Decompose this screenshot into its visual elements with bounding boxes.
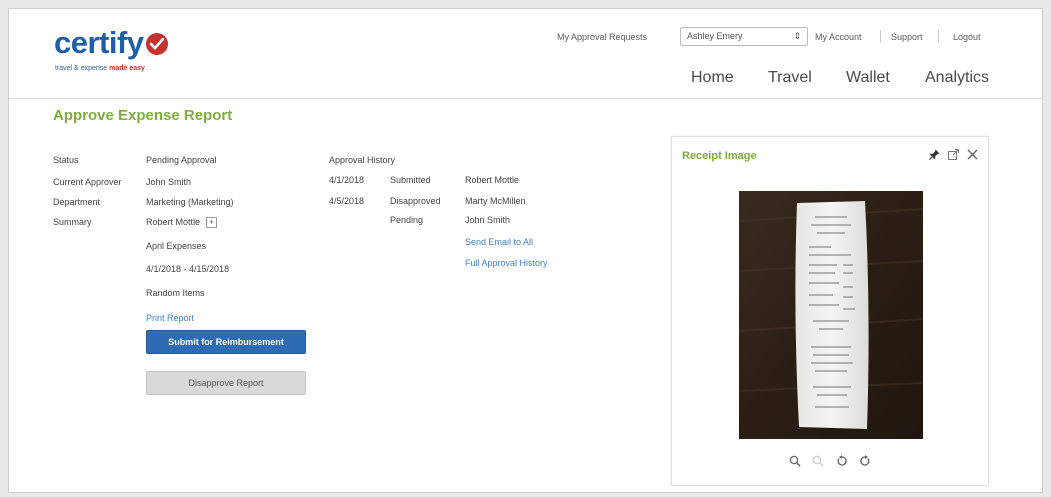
support-link[interactable]: Support: [891, 32, 923, 42]
history-status: Submitted: [390, 175, 431, 185]
logo-check-icon: [145, 33, 168, 55]
department-label: Department: [53, 197, 101, 207]
current-approver-value: John Smith: [146, 177, 192, 187]
status-value: Pending Approval: [146, 155, 217, 165]
divider: [938, 30, 939, 43]
my-account-link[interactable]: My Account: [815, 32, 862, 42]
history-status: Disapproved: [390, 196, 441, 206]
divider: [880, 30, 881, 43]
logout-link[interactable]: Logout: [953, 32, 981, 42]
history-person: John Smith: [465, 215, 511, 225]
user-select[interactable]: Ashley Emery ⇕: [680, 27, 808, 46]
header-divider: [9, 98, 1044, 99]
nav-analytics[interactable]: Analytics: [925, 69, 989, 87]
send-email-to-all-link[interactable]: Send Email to All: [465, 237, 533, 247]
zoom-out-icon[interactable]: [811, 455, 825, 469]
submit-for-reimbursement-button[interactable]: Submit for Reimbursement: [146, 330, 306, 354]
history-date: 4/5/2018: [329, 196, 365, 206]
print-report-link[interactable]: Print Report: [146, 313, 194, 323]
page-title: Approve Expense Report: [53, 107, 233, 124]
report-name: April Expenses: [146, 241, 207, 251]
rotate-right-icon[interactable]: [858, 455, 872, 469]
close-icon[interactable]: [966, 149, 979, 162]
image-controls: [672, 455, 990, 471]
receipt-image[interactable]: [739, 191, 923, 439]
nav-travel[interactable]: Travel: [768, 69, 812, 87]
pin-icon[interactable]: [928, 149, 941, 162]
disapprove-report-button[interactable]: Disapprove Report: [146, 371, 306, 395]
current-approver-label: Current Approver: [53, 177, 122, 187]
history-person: Marty McMillen: [465, 196, 526, 206]
receipt-image-panel: Receipt Image: [671, 136, 989, 486]
nav-home[interactable]: Home: [691, 69, 734, 87]
expand-plus-icon[interactable]: +: [206, 217, 218, 229]
user-select-value: Ashley Emery: [687, 31, 743, 41]
logo-tagline: travel & expense made easy: [55, 65, 145, 72]
nav-wallet[interactable]: Wallet: [846, 69, 890, 87]
zoom-in-icon[interactable]: [788, 455, 802, 469]
summary-value: Robert Mottle +: [146, 217, 218, 229]
summary-owner: Robert Mottle: [146, 217, 201, 227]
status-label: Status: [53, 155, 79, 165]
external-link-icon[interactable]: [947, 149, 960, 162]
history-person: Robert Mottle: [465, 175, 520, 185]
my-approval-requests-link[interactable]: My Approval Requests: [557, 32, 647, 42]
logo-wordmark: certify: [54, 25, 144, 60]
approval-history-title: Approval History: [329, 155, 396, 165]
certify-logo[interactable]: certify: [54, 25, 168, 61]
summary-label: Summary: [53, 217, 92, 227]
app-window: certify travel & expense made easy My Ap…: [8, 8, 1044, 493]
select-arrows-icon: ⇕: [793, 31, 801, 41]
history-status: Pending: [390, 215, 424, 225]
receipt-image-title: Receipt Image: [682, 150, 757, 162]
full-approval-history-link[interactable]: Full Approval History: [465, 258, 548, 268]
history-date: 4/1/2018: [329, 175, 365, 185]
department-value: Marketing (Marketing): [146, 197, 234, 207]
report-note: Random Items: [146, 288, 205, 298]
report-date-range: 4/1/2018 - 4/15/2018: [146, 264, 230, 274]
rotate-left-icon[interactable]: [835, 455, 849, 469]
